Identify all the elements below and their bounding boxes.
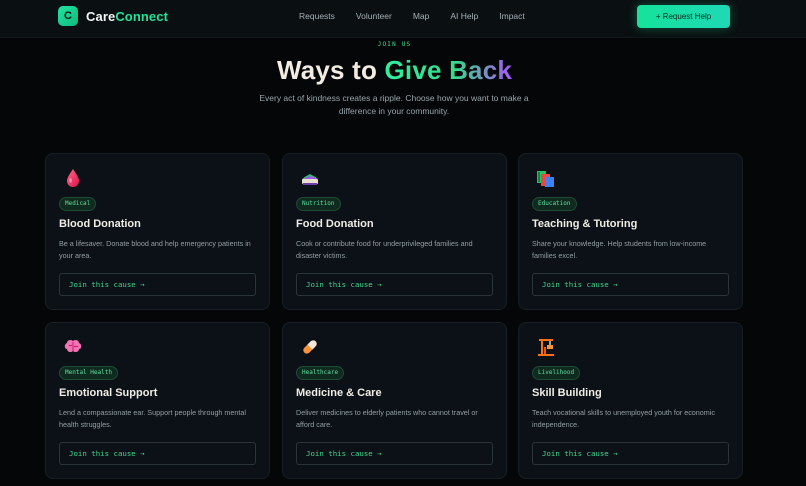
cause-card-medicine: Healthcare Medicine & Care Deliver medic… — [282, 322, 507, 479]
page-title-highlight: Give Back — [384, 55, 513, 85]
brand-logo[interactable]: C CareConnect — [58, 6, 168, 26]
brand-name-part-b: Connect — [115, 8, 169, 24]
join-cause-button[interactable]: Join this cause → — [532, 442, 729, 465]
card-description: Share your knowledge. Help students from… — [532, 239, 707, 260]
card-description: Cook or contribute food for underprivile… — [296, 239, 473, 260]
cause-card-food-donation: Nutrition Food Donation Cook or contribu… — [282, 153, 507, 310]
card-description: Be a lifesaver. Donate blood and help em… — [59, 239, 251, 260]
cause-card-blood-donation: Medical Blood Donation Be a lifesaver. D… — [45, 153, 270, 310]
card-title: Food Donation — [296, 218, 374, 230]
brand-name: CareConnect — [86, 9, 168, 24]
card-title: Skill Building — [532, 387, 602, 399]
section-eyebrow: JOIN US — [377, 41, 412, 48]
cause-card-emotional-support: Mental Health Emotional Support Lend a c… — [45, 322, 270, 479]
category-tag: Mental Health — [59, 366, 118, 380]
card-description: Lend a compassionate ear. Support people… — [59, 408, 247, 429]
card-title: Blood Donation — [59, 218, 141, 230]
join-cause-button[interactable]: Join this cause → — [296, 273, 493, 296]
card-title: Emotional Support — [59, 387, 158, 399]
workshop-icon — [538, 339, 554, 356]
request-help-button[interactable]: + Request Help — [637, 5, 730, 28]
logo-mark: C — [58, 6, 78, 26]
category-tag: Healthcare — [296, 366, 345, 380]
brand-name-part-a: Care — [86, 8, 116, 24]
brain-icon — [64, 339, 82, 353]
join-cause-button[interactable]: Join this cause → — [59, 273, 256, 296]
page-title-part-a: Ways to — [276, 55, 385, 85]
cause-card-teaching: Education Teaching & Tutoring Share your… — [518, 153, 743, 310]
nav-link-ai-help[interactable]: AI Help — [450, 11, 478, 21]
join-cause-button[interactable]: Join this cause → — [532, 273, 729, 296]
pill-icon — [303, 340, 317, 354]
blood-drop-icon — [67, 169, 79, 187]
category-tag: Livelihood — [532, 366, 581, 380]
nav-link-volunteer[interactable]: Volunteer — [356, 11, 392, 21]
card-title: Medicine & Care — [296, 387, 382, 399]
page-title: Ways to Give Back — [0, 55, 789, 86]
nav-link-map[interactable]: Map — [413, 11, 430, 21]
nav-link-requests[interactable]: Requests — [299, 11, 335, 21]
category-tag: Education — [532, 197, 577, 211]
category-tag: Nutrition — [296, 197, 341, 211]
card-description: Teach vocational skills to unemployed yo… — [532, 408, 715, 429]
nav-link-impact[interactable]: Impact — [499, 11, 525, 21]
join-cause-button[interactable]: Join this cause → — [296, 442, 493, 465]
card-description: Deliver medicines to elderly patients wh… — [296, 408, 478, 429]
food-bowl-icon — [302, 174, 318, 185]
cause-card-skill-building: Livelihood Skill Building Teach vocation… — [518, 322, 743, 479]
nav-links: Requests Volunteer Map AI Help Impact — [299, 11, 546, 21]
join-cause-button[interactable]: Join this cause → — [59, 442, 256, 465]
top-nav: C CareConnect Requests Volunteer Map AI … — [0, 0, 806, 38]
card-title: Teaching & Tutoring — [532, 218, 638, 230]
page-subtitle: Every act of kindness creates a ripple. … — [259, 93, 529, 116]
category-tag: Medical — [59, 197, 97, 211]
books-icon — [537, 171, 554, 187]
